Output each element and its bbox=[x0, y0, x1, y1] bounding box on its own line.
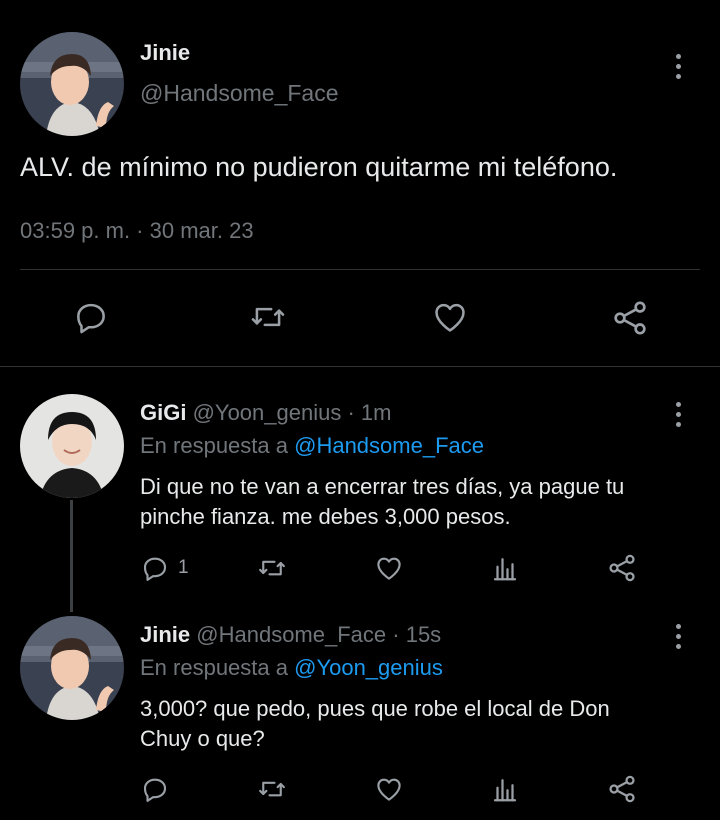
like-icon bbox=[377, 557, 401, 580]
author-avatar[interactable] bbox=[20, 32, 124, 136]
more-options-icon[interactable] bbox=[675, 402, 681, 427]
reply-to-prefix: En respuesta a bbox=[140, 655, 288, 680]
tweet-timestamp[interactable]: 03:59 p. m. · 30 mar. 23 bbox=[20, 218, 254, 244]
share-button[interactable] bbox=[606, 773, 638, 805]
share-icon bbox=[609, 554, 635, 582]
like-icon bbox=[377, 778, 401, 801]
reply-to-mention[interactable]: @Handsome_Face bbox=[294, 433, 484, 458]
reply-button[interactable]: 1 bbox=[140, 553, 189, 583]
share-button[interactable] bbox=[610, 298, 650, 338]
reply-to-line: En respuesta a @Handsome_Face bbox=[140, 433, 484, 459]
analytics-icon bbox=[493, 558, 517, 581]
reply-icon bbox=[143, 778, 167, 802]
reply-avatar[interactable] bbox=[20, 394, 124, 498]
analytics-button[interactable] bbox=[490, 774, 520, 804]
analytics-button[interactable] bbox=[490, 553, 520, 583]
reply-author-name[interactable]: Jinie bbox=[140, 622, 190, 647]
more-options-icon[interactable] bbox=[675, 624, 681, 649]
thread-line bbox=[70, 500, 73, 612]
retweet-icon bbox=[251, 307, 285, 327]
reply-time[interactable]: · 1m bbox=[347, 400, 391, 425]
retweet-button[interactable] bbox=[256, 774, 288, 804]
like-button[interactable] bbox=[373, 553, 405, 583]
author-name[interactable]: Jinie bbox=[140, 40, 190, 66]
author-handle[interactable]: @Handsome_Face bbox=[140, 80, 339, 107]
reply-icon bbox=[143, 557, 167, 581]
analytics-icon bbox=[493, 779, 517, 802]
reply-button[interactable] bbox=[140, 774, 170, 804]
retweet-icon bbox=[259, 560, 285, 576]
reply-button[interactable] bbox=[72, 298, 110, 336]
reply-icon bbox=[77, 303, 105, 334]
reply-author-name[interactable]: GiGi bbox=[140, 400, 186, 425]
tweet-text: ALV. de mínimo no pudieron quitarme mi t… bbox=[20, 152, 618, 182]
like-button[interactable] bbox=[373, 774, 405, 804]
section-divider bbox=[0, 366, 720, 367]
reply-author-handle[interactable]: @Yoon_genius bbox=[193, 400, 342, 425]
retweet-button[interactable] bbox=[248, 298, 288, 336]
reply-to-mention[interactable]: @Yoon_genius bbox=[294, 655, 443, 680]
like-button[interactable] bbox=[430, 298, 470, 336]
share-button[interactable] bbox=[606, 552, 638, 584]
like-icon bbox=[435, 303, 465, 332]
retweet-button[interactable] bbox=[256, 553, 288, 583]
divider bbox=[20, 269, 700, 270]
reply-text-line-1: Di que no te van a encerrar tres días, y… bbox=[140, 474, 625, 499]
reply-to-line: En respuesta a @Yoon_genius bbox=[140, 655, 443, 681]
reply-avatar[interactable] bbox=[20, 616, 124, 720]
reply-text-line-1: 3,000? que pedo, pues que robe el local … bbox=[140, 696, 610, 721]
more-options-icon[interactable] bbox=[675, 54, 681, 79]
reply-author-handle[interactable]: @Handsome_Face bbox=[196, 622, 386, 647]
reply-text-line-2: Chuy o que? bbox=[140, 726, 265, 751]
reply-count: 1 bbox=[178, 557, 189, 578]
reply-time[interactable]: · 15s bbox=[392, 622, 441, 647]
share-icon bbox=[614, 301, 646, 335]
retweet-icon bbox=[259, 781, 285, 797]
reply-header: GiGi @Yoon_genius · 1m bbox=[140, 400, 391, 426]
share-icon bbox=[609, 775, 635, 803]
reply-header: Jinie @Handsome_Face · 15s bbox=[140, 622, 441, 648]
reply-to-prefix: En respuesta a bbox=[140, 433, 288, 458]
reply-text-line-2: pinche fianza. me debes 3,000 pesos. bbox=[140, 504, 511, 529]
